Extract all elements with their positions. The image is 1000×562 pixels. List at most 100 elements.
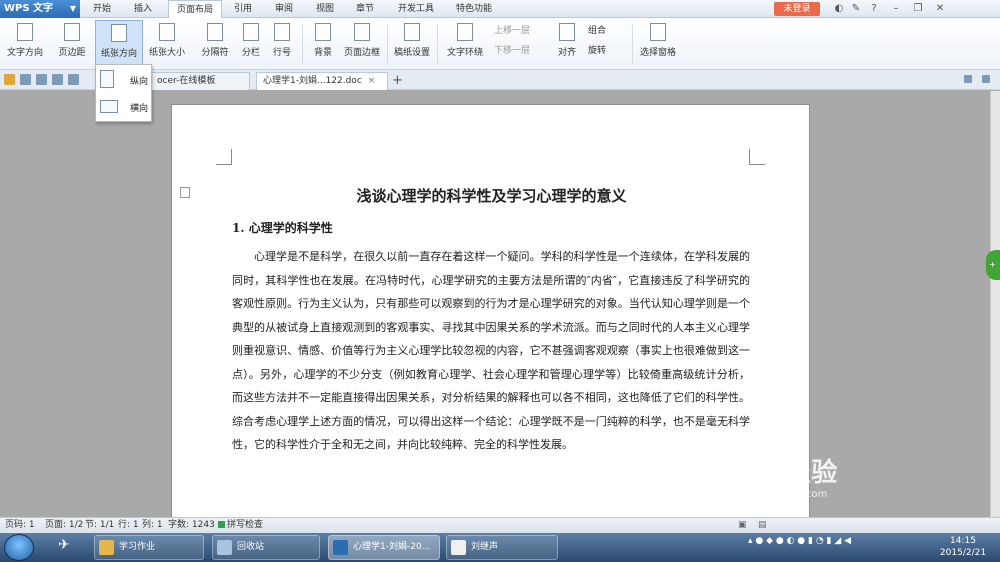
portrait-icon (100, 70, 114, 88)
undo-icon[interactable] (68, 74, 79, 85)
app-name: WPS 文字 (4, 3, 54, 14)
tab-label: 心理学1-刘娟...122.doc (263, 76, 362, 86)
login-button[interactable]: 未登录 (774, 2, 820, 16)
restore-icon[interactable]: ❐ (912, 3, 924, 15)
menu-developer[interactable]: 开发工具 (398, 0, 434, 18)
separator-icon (207, 23, 223, 41)
view-icon[interactable]: ▣ (738, 518, 747, 533)
separator-button[interactable]: 分隔符 (195, 20, 235, 66)
document-page[interactable]: 浅谈心理学的科学性及学习心理学的意义 1. 心理学的科学性 心理学是不是科学，在… (171, 104, 810, 524)
tray-icons[interactable]: ▴ ● ◆ ● ◐ ● ▮ ◔ ▮ ◢ ◀ (748, 536, 851, 546)
tab-online-template[interactable]: ocer-在线模板 (150, 72, 250, 90)
document-area[interactable]: 浅谈心理学的科学性及学习心理学的意义 1. 心理学的科学性 心理学是不是科学，在… (0, 91, 990, 524)
draft-settings-icon (404, 23, 420, 41)
landscape-label: 横向 (130, 104, 149, 114)
tab-scroll-icon[interactable] (964, 75, 972, 83)
status-bar: 页码: 1 页面: 1/2 节: 1/1 行: 1 列: 1 字数: 1243 … (0, 517, 1000, 533)
text-wrap-button[interactable]: 文字环绕 (442, 20, 488, 66)
clock-time: 14:15 (950, 536, 976, 546)
menu-references[interactable]: 引用 (234, 0, 252, 18)
menu-chapter[interactable]: 章节 (356, 0, 374, 18)
draft-settings-button[interactable]: 稿纸设置 (392, 20, 432, 66)
corner-mark (216, 149, 232, 165)
tab-close-icon[interactable] (982, 75, 990, 83)
taskbar-item-chat[interactable]: 刘继声 (446, 535, 558, 560)
menu-special[interactable]: 特色功能 (456, 0, 492, 18)
start-button[interactable] (4, 534, 34, 561)
text-direction-button[interactable]: 文字方向 (4, 20, 46, 66)
bring-forward-button[interactable]: 上移一层 (494, 24, 530, 38)
text-direction-label: 文字方向 (6, 48, 43, 58)
columns-button[interactable]: 分栏 (238, 20, 264, 66)
skin-icon[interactable]: ◐ (833, 3, 845, 15)
send-backward-button[interactable]: 下移一层 (494, 44, 530, 58)
taskbar-item-folder[interactable]: 学习作业 (94, 535, 204, 560)
margins-icon (64, 23, 80, 41)
system-clock[interactable]: 14:15 2015/2/21 (932, 535, 994, 559)
web-view-icon[interactable]: ▤ (758, 518, 767, 533)
taskbar-item-recycle[interactable]: 回收站 (212, 535, 320, 560)
margins-label: 页边距 (58, 48, 86, 58)
bird-icon[interactable]: ✈ (58, 537, 70, 553)
ribbon-divider (632, 24, 633, 64)
spell-check-icon (218, 521, 225, 528)
status-section: 节: 1/1 (85, 520, 115, 530)
menu-insert[interactable]: 插入 (134, 0, 152, 18)
taskbar-item-label: 刘继声 (471, 542, 499, 552)
page-border-button[interactable]: 页面边框 (342, 20, 382, 66)
background-icon (315, 23, 331, 41)
recycle-bin-icon (217, 540, 232, 555)
align-button[interactable]: 对齐 (554, 20, 580, 66)
text-direction-icon (17, 23, 33, 41)
background-label: 背景 (313, 48, 332, 58)
group-button[interactable]: 组合 (588, 24, 606, 38)
floating-assistant-icon[interactable]: + (986, 250, 1000, 280)
margins-button[interactable]: 页边距 (52, 20, 92, 66)
rotate-button[interactable]: 旋转 (588, 44, 606, 58)
menu-home[interactable]: 开始 (93, 0, 111, 18)
clock-date: 2015/2/21 (939, 548, 987, 558)
vertical-scrollbar[interactable] (990, 91, 1000, 517)
status-col: 列: 1 (142, 520, 163, 530)
app-menu-button[interactable]: WPS 文字 ▼ (0, 0, 80, 18)
spell-check-label: 拼写检查 (227, 520, 264, 530)
corner-mark (749, 149, 765, 165)
open-icon[interactable] (4, 74, 15, 85)
watermark-brand: Bai经验 (735, 458, 839, 488)
ribbon-page-layout: 文字方向 页边距 纸张方向 纸张大小 分隔符 分栏 行号 背景 页面边框 稿纸设… (0, 18, 1000, 70)
orientation-portrait-item[interactable]: 纵向 (100, 68, 150, 92)
menu-review[interactable]: 审阅 (275, 0, 293, 18)
tab-document[interactable]: 心理学1-刘娟...122.doc × (256, 72, 388, 90)
new-tab-icon[interactable]: + (392, 73, 403, 88)
chevron-down-icon: ▼ (69, 4, 76, 13)
select-pane-button[interactable]: 选择窗格 (638, 20, 678, 66)
status-words: 字数: 1243 (168, 520, 215, 530)
menu-page-layout[interactable]: 页面布局 (168, 0, 223, 19)
minimize-icon[interactable]: – (890, 3, 902, 15)
help-icon[interactable]: ? (868, 3, 880, 15)
document-title: 浅谈心理学的科学性及学习心理学的意义 (356, 187, 627, 205)
taskbar-item-wps[interactable]: 心理学1-刘娟-20... (328, 535, 440, 560)
spell-check-toggle[interactable]: 拼写检查 (218, 518, 263, 533)
select-pane-label: 选择窗格 (639, 48, 676, 58)
line-numbers-button[interactable]: 行号 (268, 20, 296, 66)
chat-app-icon (451, 540, 466, 555)
print-preview-icon[interactable] (36, 74, 47, 85)
close-icon[interactable]: ✕ (934, 3, 946, 15)
orientation-button[interactable]: 纸张方向 (95, 20, 143, 66)
background-button[interactable]: 背景 (308, 20, 338, 66)
paper-size-label: 纸张大小 (148, 48, 185, 58)
orientation-landscape-item[interactable]: 横向 (100, 95, 150, 119)
landscape-icon (100, 100, 118, 113)
ribbon-divider (437, 24, 438, 64)
paper-size-button[interactable]: 纸张大小 (146, 20, 188, 66)
print-icon[interactable] (52, 74, 63, 85)
save-icon[interactable] (20, 74, 31, 85)
taskbar-item-label: 回收站 (237, 542, 265, 552)
line-numbers-label: 行号 (272, 48, 291, 58)
menu-view[interactable]: 视图 (316, 0, 334, 18)
document-paragraph: 心理学是不是科学，在很久以前一直存在着这样一个疑问。学科的科学性是一个连续体，在… (232, 250, 750, 451)
close-icon[interactable]: × (368, 76, 376, 86)
baidu-watermark: Bai经验 jingyan.baidu.com (735, 452, 838, 500)
settings-icon[interactable]: ✎ (850, 3, 862, 15)
